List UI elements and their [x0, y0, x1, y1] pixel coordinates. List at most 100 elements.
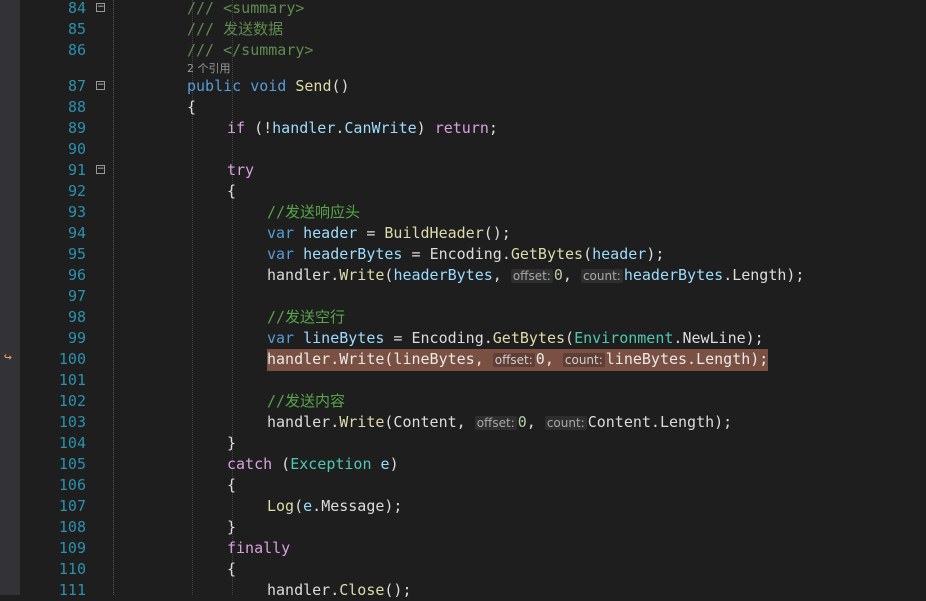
- line-number[interactable]: 95: [20, 244, 86, 265]
- code-token: );: [745, 329, 764, 347]
- code-text[interactable]: handler.Write(lineBytes, offset: 0, count…: [267, 349, 769, 371]
- line-number[interactable]: 109: [20, 538, 86, 559]
- collapse-icon[interactable]: −: [96, 3, 105, 12]
- code-token: ;: [488, 119, 498, 137]
- code-token: Close: [339, 581, 385, 599]
- code-text[interactable]: //发送内容: [267, 391, 345, 412]
- indicator-margin[interactable]: ↪: [0, 0, 20, 595]
- line-number[interactable]: 96: [20, 265, 86, 286]
- line-number[interactable]: 100: [20, 349, 86, 370]
- code-token: (): [331, 77, 350, 95]
- code-token: public: [187, 77, 242, 95]
- line-number[interactable]: 106: [20, 475, 86, 496]
- code-token: headerBytes: [623, 266, 724, 284]
- code-token: ): [416, 119, 435, 137]
- line-number[interactable]: 90: [20, 139, 86, 160]
- code-text[interactable]: {: [227, 475, 236, 496]
- line-number[interactable]: 94: [20, 223, 86, 244]
- inlay-parameter-hint: count:: [562, 353, 605, 367]
- code-token: ,: [562, 266, 581, 284]
- code-text[interactable]: }: [227, 517, 236, 538]
- code-token: =: [357, 224, 385, 242]
- code-token: //发送内容: [267, 392, 346, 410]
- code-token: 0: [553, 266, 563, 284]
- line-number[interactable]: 99: [20, 328, 86, 349]
- code-text[interactable]: /// </summary>: [187, 40, 313, 61]
- code-token: handler: [267, 581, 331, 599]
- code-text[interactable]: public void Send(): [187, 76, 350, 97]
- line-number[interactable]: 105: [20, 454, 86, 475]
- code-text[interactable]: //发送响应头: [267, 202, 360, 223]
- code-text[interactable]: handler.Close();: [267, 580, 412, 601]
- code-text[interactable]: finally: [227, 538, 290, 559]
- code-token: Write: [339, 266, 385, 284]
- code-token: catch: [227, 455, 273, 473]
- code-token: NewLine: [682, 329, 746, 347]
- code-text[interactable]: handler.Write(headerBytes, offset: 0, cou…: [267, 265, 804, 287]
- line-number[interactable]: 92: [20, 181, 86, 202]
- code-token: 0: [517, 413, 527, 431]
- line-number[interactable]: 104: [20, 433, 86, 454]
- line-number[interactable]: 84: [20, 0, 86, 19]
- code-token: Exception: [290, 455, 372, 473]
- code-token: Log: [267, 497, 295, 515]
- collapse-icon[interactable]: −: [96, 165, 105, 174]
- line-number[interactable]: 108: [20, 517, 86, 538]
- code-text[interactable]: handler.Write(Content, offset: 0, count: C…: [267, 412, 732, 434]
- code-token: {: [227, 182, 237, 200]
- line-number[interactable]: 93: [20, 202, 86, 223]
- code-text[interactable]: try: [227, 160, 254, 181]
- line-number[interactable]: 97: [20, 286, 86, 307]
- line-number[interactable]: 98: [20, 307, 86, 328]
- code-token: (: [565, 329, 575, 347]
- code-text[interactable]: {: [227, 181, 236, 202]
- code-token: var: [267, 329, 295, 347]
- code-text[interactable]: var headerBytes = Encoding.GetBytes(head…: [267, 244, 664, 265]
- line-number[interactable]: 85: [20, 19, 86, 40]
- code-text[interactable]: var header = BuildHeader();: [267, 223, 511, 244]
- code-token: finally: [227, 539, 291, 557]
- code-text[interactable]: }: [227, 433, 236, 454]
- code-token: ): [389, 455, 399, 473]
- code-token: }: [227, 518, 237, 536]
- codelens-references[interactable]: 2 个引用: [187, 60, 231, 76]
- collapse-icon[interactable]: −: [96, 81, 105, 90]
- code-token: .: [483, 329, 493, 347]
- code-text[interactable]: Log(e.Message);: [267, 496, 402, 517]
- line-number[interactable]: 102: [20, 391, 86, 412]
- code-token: ();: [384, 581, 412, 599]
- line-number[interactable]: 103: [20, 412, 86, 433]
- code-editor[interactable]: ↪ 2 个引用 84 − /// <summary> 85 /// 发送数据 86 /// …: [0, 0, 926, 599]
- code-token: GetBytes: [492, 329, 566, 347]
- code-token: CanWrite: [344, 119, 417, 137]
- code-token: );: [384, 497, 403, 515]
- gutter-separator: [113, 0, 114, 595]
- line-number[interactable]: 87: [20, 76, 86, 97]
- code-token: .: [330, 266, 340, 284]
- line-number[interactable]: 88: [20, 97, 86, 118]
- code-token: var: [267, 245, 295, 263]
- line-number[interactable]: 91: [20, 160, 86, 181]
- current-statement-arrow-icon[interactable]: ↪: [4, 350, 12, 365]
- code-text[interactable]: if (!handler.CanWrite) return;: [227, 118, 498, 139]
- line-number[interactable]: 86: [20, 40, 86, 61]
- inlay-parameter-hint: offset:: [474, 416, 517, 430]
- code-token: void: [250, 77, 287, 95]
- code-token: headerBytes: [393, 266, 493, 284]
- line-number[interactable]: 111: [20, 580, 86, 601]
- line-number[interactable]: 110: [20, 559, 86, 580]
- line-number[interactable]: 89: [20, 118, 86, 139]
- line-number[interactable]: 107: [20, 496, 86, 517]
- line-number[interactable]: 101: [20, 370, 86, 391]
- code-text[interactable]: {: [187, 97, 196, 118]
- code-text[interactable]: {: [227, 559, 236, 580]
- code-text[interactable]: catch (Exception e): [227, 454, 399, 475]
- code-token: handler.Write(lineBytes,: [267, 350, 493, 368]
- code-token: {: [227, 560, 237, 578]
- code-text[interactable]: var lineBytes = Encoding.GetBytes(Enviro…: [267, 328, 764, 349]
- code-text[interactable]: /// <summary>: [187, 0, 304, 19]
- inlay-parameter-hint: offset:: [510, 269, 553, 283]
- code-text[interactable]: /// 发送数据: [187, 19, 283, 40]
- code-text[interactable]: //发送空行: [267, 307, 345, 328]
